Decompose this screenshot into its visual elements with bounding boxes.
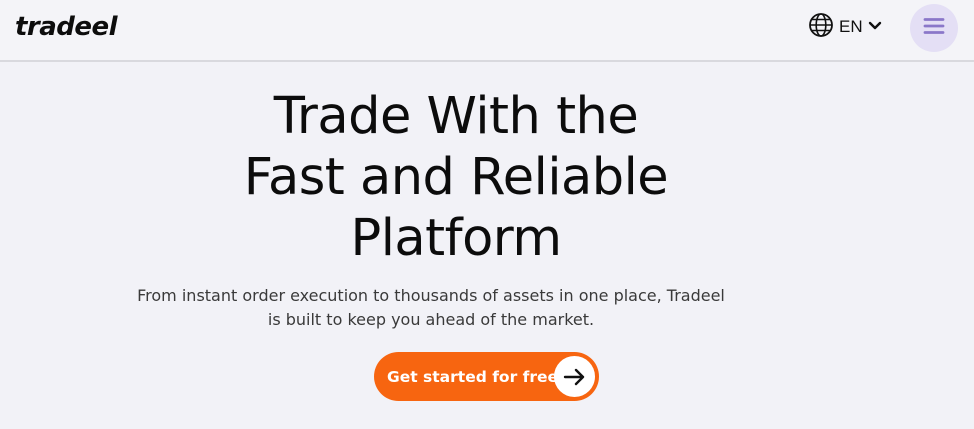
- hero-subtitle-line: is built to keep you ahead of the market…: [267, 310, 595, 329]
- get-started-button[interactable]: Get started for free: [374, 352, 599, 401]
- arrow-right-icon: [554, 356, 595, 397]
- language-code: EN: [839, 17, 863, 36]
- hero-subtitle: From instant order execution to thousand…: [0, 284, 862, 332]
- hero-subtitle-line: From instant order execution to thousand…: [137, 286, 725, 305]
- brand-logo[interactable]: tradeel: [15, 12, 118, 42]
- menu-button[interactable]: [910, 4, 958, 52]
- hero-title-line: Trade With the: [273, 87, 639, 146]
- globe-icon: [808, 12, 834, 43]
- hero-title-line: Platform: [350, 209, 562, 268]
- chevron-down-icon: [868, 18, 882, 36]
- get-started-label: Get started for free: [387, 367, 559, 386]
- hamburger-menu-icon: [923, 17, 945, 40]
- hero-title: Trade With the Fast and Reliable Platfor…: [0, 86, 912, 269]
- hero-title-line: Fast and Reliable: [243, 148, 669, 207]
- top-navbar: tradeel EN: [0, 0, 974, 62]
- language-selector[interactable]: EN: [808, 12, 882, 43]
